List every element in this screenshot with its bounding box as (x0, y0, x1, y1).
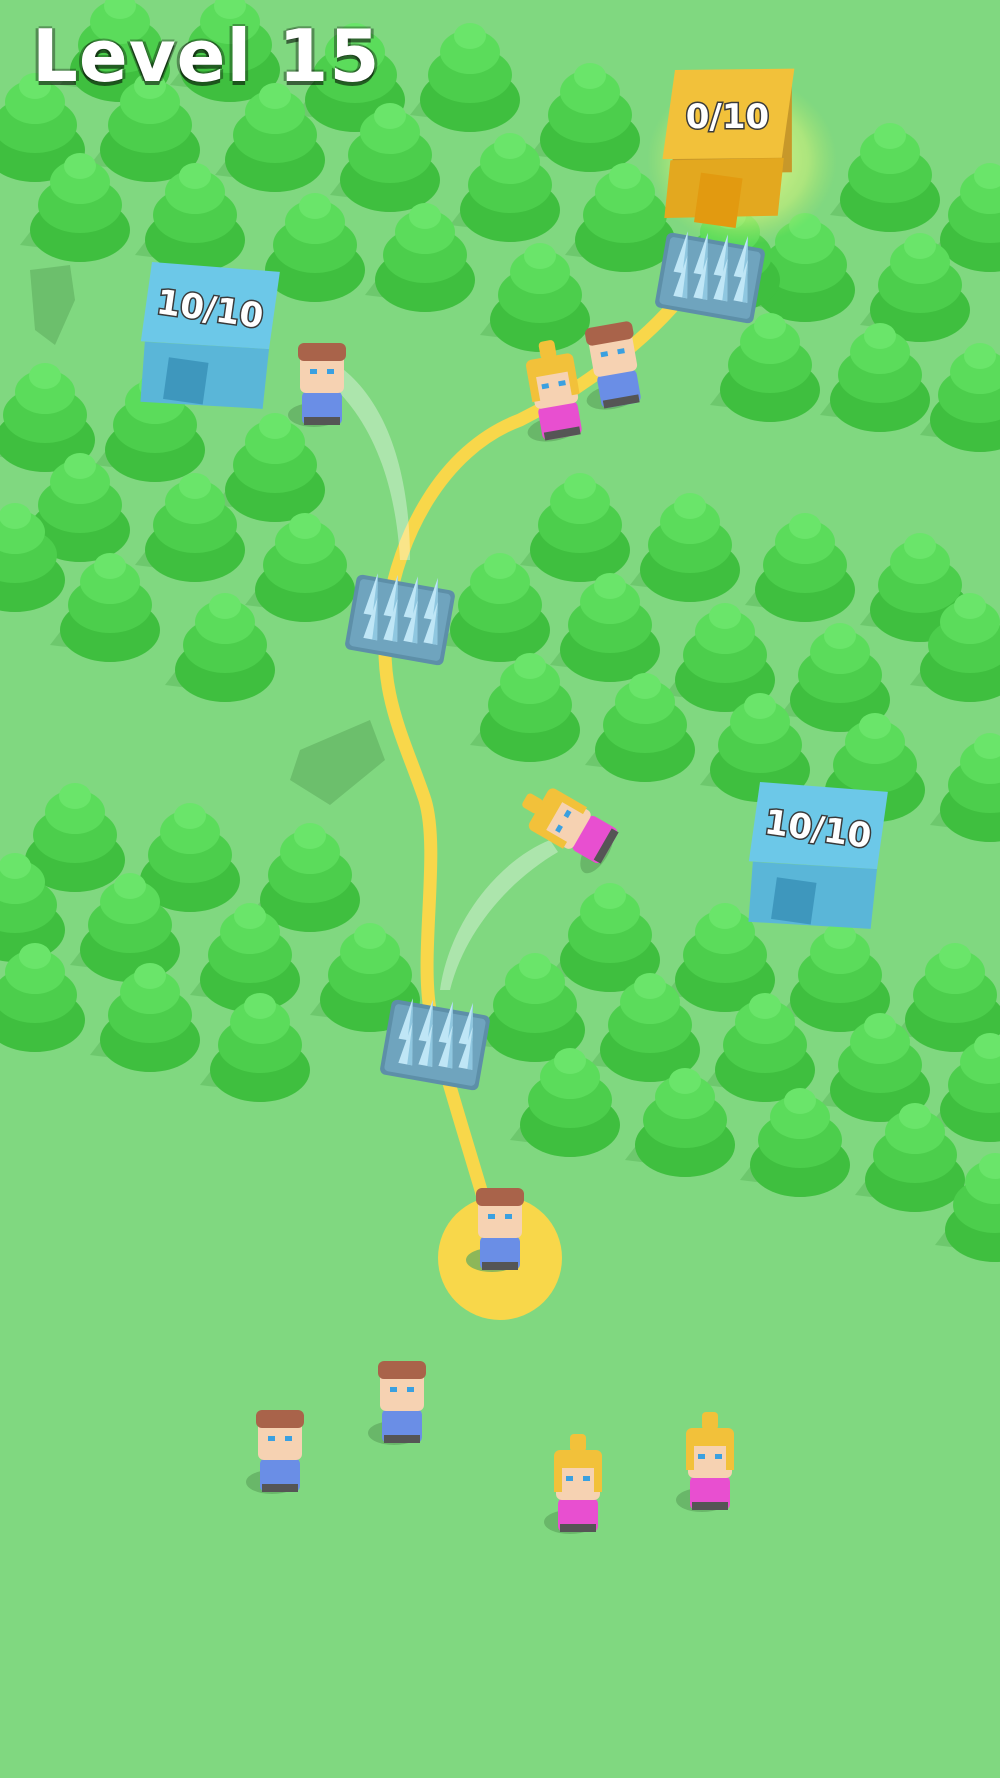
house-blue-right[interactable]: 10/10 (741, 774, 890, 939)
house-blue-top-left[interactable]: 10/10 (133, 254, 282, 419)
goal-counter: 0/10 (686, 97, 769, 137)
game-board[interactable]: 0/10 10/10 10/10 Level 15 (0, 0, 1000, 1778)
level-label: Level 15 (32, 14, 381, 98)
